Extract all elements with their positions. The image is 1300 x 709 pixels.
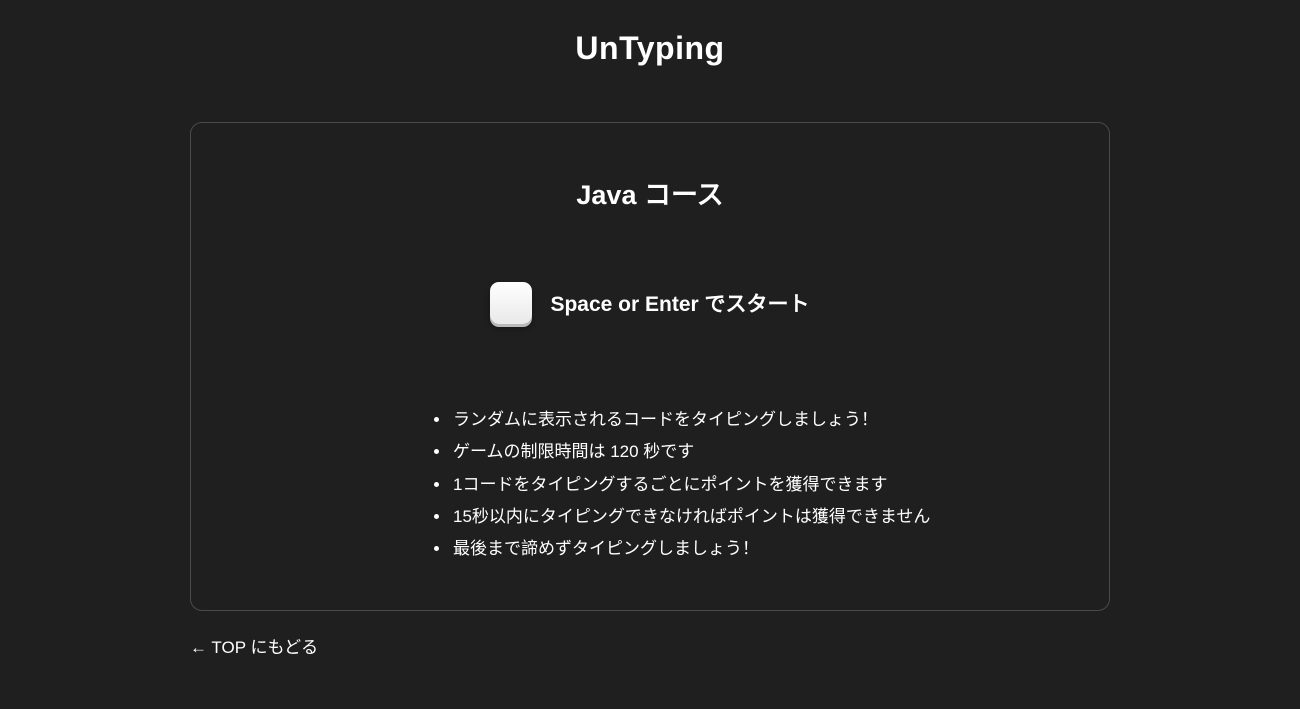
list-item: 最後まで諦めずタイピングしましょう！ [451,533,1049,565]
list-item: ランダムに表示されるコードをタイピングしましょう！ [451,404,1049,436]
list-item: ゲームの制限時間は 120 秒です [451,436,1049,468]
page-title: UnTyping [0,30,1300,67]
list-item: 15秒以内にタイピングできなければポイントは獲得できません [451,501,1049,533]
rules-list: ランダムに表示されるコードをタイピングしましょう！ ゲームの制限時間は 120 … [251,404,1049,565]
course-card: Java コース Space or Enter でスタート ランダムに表示される… [190,122,1110,611]
start-prompt[interactable]: Space or Enter でスタート [251,282,1049,324]
back-to-top-link[interactable]: ← TOP にもどる [190,633,318,658]
start-text: Space or Enter でスタート [550,288,809,318]
keyboard-key-icon [490,282,532,324]
list-item: 1コードをタイピングするごとにポイントを獲得できます [451,469,1049,501]
course-title: Java コース [251,173,1049,212]
